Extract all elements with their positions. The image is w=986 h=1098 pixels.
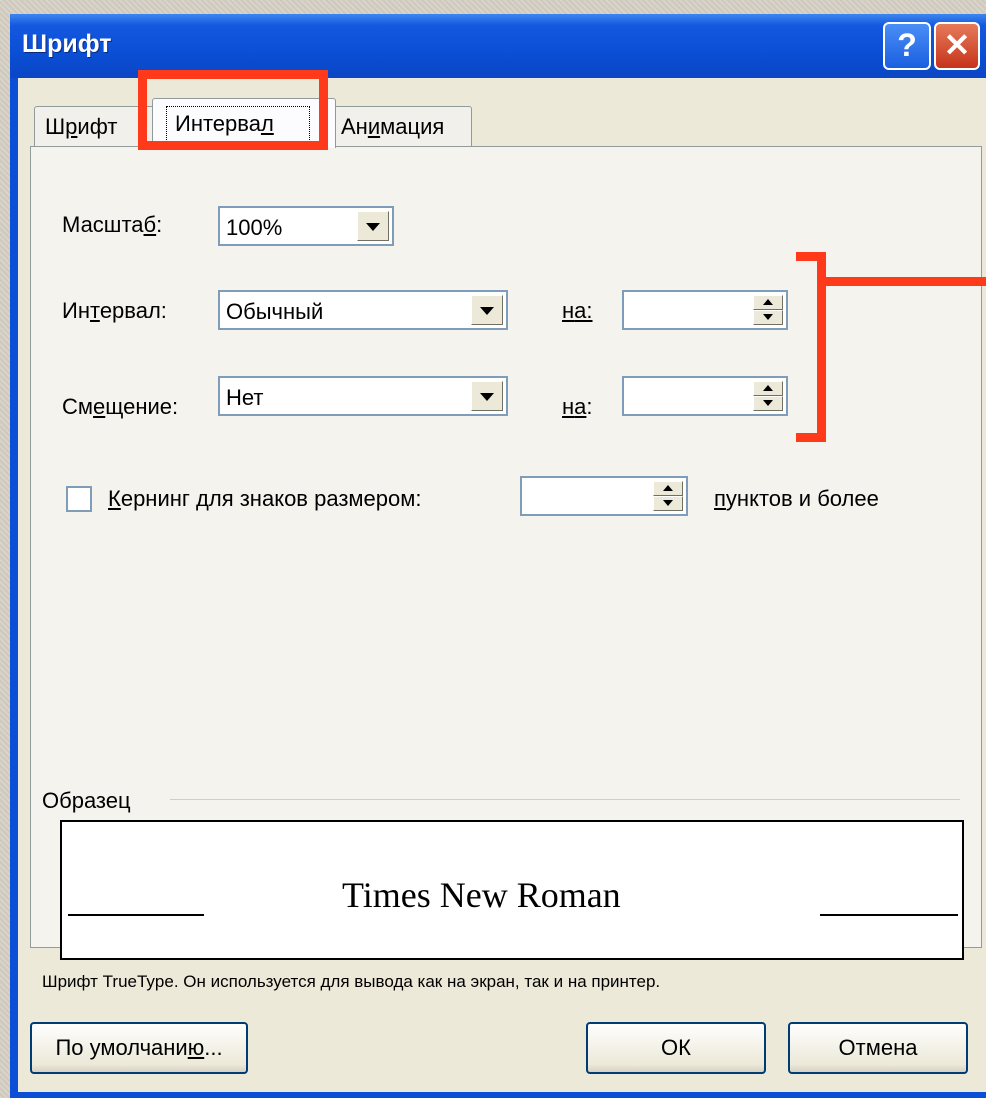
sample-text: Times New Roman (342, 875, 621, 915)
scale-dropdown-button[interactable] (357, 211, 389, 241)
scale-label: Масштаб: (62, 212, 163, 237)
title-bar[interactable] (10, 14, 986, 78)
spacing-by-spinner[interactable] (622, 290, 788, 330)
spacing-label: Интервал: (62, 298, 167, 323)
spin-up-button[interactable] (753, 295, 783, 310)
spacing-by-label: на: (562, 298, 593, 323)
position-combo[interactable]: Нет (218, 376, 508, 416)
spacing-combo[interactable]: Обычный (218, 290, 508, 330)
sample-baseline-left (68, 914, 204, 916)
kerning-checkbox[interactable] (66, 486, 92, 512)
cancel-button[interactable]: Отмена (788, 1022, 968, 1074)
sample-label: Образец (42, 788, 131, 813)
spacing-dropdown-button[interactable] (471, 295, 503, 325)
spin-down-button[interactable] (653, 496, 683, 511)
default-button[interactable]: По умолчанию... (30, 1022, 248, 1074)
kerning-label[interactable]: Кернинг для знаков размером: (108, 486, 421, 512)
dialog-title: Шрифт (22, 30, 112, 58)
highlight-pointer-line (826, 277, 986, 286)
kerning-spinner[interactable] (520, 476, 688, 516)
close-button[interactable]: ✕ (934, 22, 980, 70)
spin-down-button[interactable] (753, 396, 783, 411)
scale-value: 100% (226, 215, 283, 240)
scale-combo[interactable]: 100% (218, 206, 394, 246)
sample-note: Шрифт TrueType. Он используется для выво… (42, 972, 661, 991)
arrow-up-icon (763, 385, 773, 391)
arrow-down-icon (763, 314, 773, 320)
sample-preview: Times New Roman (60, 820, 964, 960)
spin-up-button[interactable] (753, 381, 783, 396)
spin-up-button[interactable] (653, 481, 683, 496)
spacing-value: Обычный (226, 299, 324, 324)
arrow-up-icon (763, 299, 773, 305)
spacing-spin-buttons[interactable] (753, 295, 783, 325)
sample-group-divider (170, 799, 960, 800)
spin-down-button[interactable] (753, 310, 783, 325)
chevron-down-icon (480, 307, 494, 315)
position-by-label: на: (562, 394, 593, 419)
position-dropdown-button[interactable] (471, 381, 503, 411)
chevron-down-icon (480, 393, 494, 401)
arrow-up-icon (663, 485, 673, 491)
position-value: Нет (226, 385, 264, 410)
ok-button[interactable]: ОК (586, 1022, 766, 1074)
sample-baseline-right (820, 914, 958, 916)
position-by-spinner[interactable] (622, 376, 788, 416)
chevron-down-icon (366, 223, 380, 231)
help-button[interactable]: ? (883, 22, 931, 70)
kerning-spin-buttons[interactable] (653, 481, 683, 511)
arrow-down-icon (763, 400, 773, 406)
highlight-rectangle (138, 70, 328, 150)
arrow-down-icon (663, 500, 673, 506)
position-label: Смещение: (62, 394, 179, 419)
highlight-bracket (796, 252, 826, 442)
position-spin-buttons[interactable] (753, 381, 783, 411)
kerning-suffix: пунктов и более (714, 486, 879, 511)
tab-animation[interactable]: Анимация (330, 106, 472, 146)
